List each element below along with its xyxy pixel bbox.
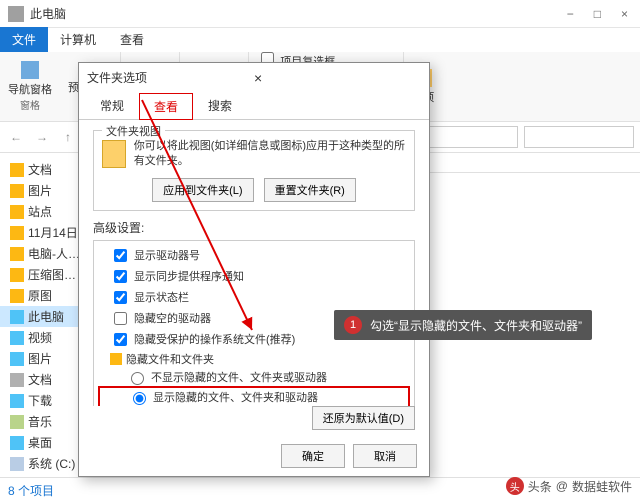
watermark-name: 数据蛙软件 bbox=[572, 478, 632, 495]
option-label: 隐藏空的驱动器 bbox=[134, 310, 211, 326]
tab-view-dialog[interactable]: 查看 bbox=[139, 93, 193, 120]
option-label: 显示隐藏的文件、文件夹和驱动器 bbox=[153, 389, 318, 405]
nav-forward-button[interactable]: → bbox=[32, 130, 52, 144]
checkbox-input[interactable] bbox=[114, 312, 127, 325]
tree-item-label: 系统 (C:) bbox=[28, 455, 75, 472]
checkbox-input[interactable] bbox=[114, 270, 127, 283]
folder-icon bbox=[10, 289, 24, 303]
folder-icon bbox=[10, 415, 24, 429]
tree-item-label: 下载 bbox=[28, 392, 52, 409]
nav-pane-button[interactable]: 导航窗格 bbox=[8, 61, 52, 97]
tree-item-label: 文档 bbox=[28, 371, 52, 388]
close-button[interactable]: × bbox=[617, 5, 632, 23]
advanced-option-row[interactable]: 隐藏文件和文件夹 bbox=[98, 350, 410, 368]
dialog-title: 文件夹选项 bbox=[87, 69, 250, 86]
apply-to-folders-button[interactable]: 应用到文件夹(L) bbox=[152, 178, 253, 202]
folder-icon bbox=[10, 394, 24, 408]
minimize-button[interactable]: − bbox=[563, 5, 578, 23]
radio-input[interactable] bbox=[131, 372, 144, 385]
watermark-brand: 头条 bbox=[528, 478, 552, 495]
radio-input[interactable] bbox=[133, 392, 146, 405]
folder-icon bbox=[10, 205, 24, 219]
search-box[interactable] bbox=[524, 126, 634, 148]
tree-item-label: 图片 bbox=[28, 350, 52, 367]
checkbox-input[interactable] bbox=[114, 333, 127, 346]
advanced-option-row[interactable]: 显示状态栏 bbox=[98, 287, 410, 308]
tree-item-label: 音乐 bbox=[28, 413, 52, 430]
option-label: 显示同步提供程序通知 bbox=[134, 268, 244, 284]
folder-icon bbox=[10, 247, 24, 261]
dialog-close-button[interactable]: × bbox=[250, 70, 421, 86]
advanced-option-row[interactable]: 显示驱动器号 bbox=[98, 245, 410, 266]
folder-view-legend: 文件夹视图 bbox=[102, 123, 165, 139]
checkbox-input[interactable] bbox=[114, 291, 127, 304]
tree-item-label: 压缩图… bbox=[28, 266, 76, 283]
reset-folders-button[interactable]: 重置文件夹(R) bbox=[264, 178, 356, 202]
folder-icon bbox=[10, 163, 24, 177]
folder-icon bbox=[10, 310, 24, 324]
option-label: 显示驱动器号 bbox=[134, 247, 200, 263]
cancel-button[interactable]: 取消 bbox=[353, 444, 417, 468]
folder-icon bbox=[10, 373, 24, 387]
option-label: 不显示隐藏的文件、文件夹或驱动器 bbox=[151, 369, 327, 385]
advanced-label: 高级设置: bbox=[93, 219, 415, 236]
option-label: 隐藏受保护的操作系统文件(推荐) bbox=[134, 331, 295, 347]
advanced-option-row[interactable]: 显示同步提供程序通知 bbox=[98, 266, 410, 287]
tree-item-label: 文档 bbox=[28, 161, 52, 178]
app-icon bbox=[8, 6, 24, 22]
option-label: 显示状态栏 bbox=[134, 289, 189, 305]
option-label: 隐藏文件和文件夹 bbox=[126, 351, 214, 367]
tree-item-label: 电脑-人… bbox=[28, 245, 80, 262]
item-count: 8 个项目 bbox=[8, 484, 54, 498]
panes-group-label: 窗格 bbox=[8, 97, 52, 112]
folder-icon bbox=[10, 331, 24, 345]
tab-file[interactable]: 文件 bbox=[0, 27, 48, 52]
tree-item-label: 原图 bbox=[28, 287, 52, 304]
tab-view[interactable]: 查看 bbox=[108, 27, 156, 52]
tab-computer[interactable]: 计算机 bbox=[48, 27, 108, 52]
tab-search[interactable]: 搜索 bbox=[193, 92, 247, 119]
folder-icon bbox=[10, 436, 24, 450]
advanced-option-row[interactable]: 不显示隐藏的文件、文件夹或驱动器 bbox=[98, 368, 410, 386]
tree-item-label: 站点 bbox=[28, 203, 52, 220]
window-title: 此电脑 bbox=[30, 5, 563, 22]
tree-item-label: 桌面 bbox=[28, 434, 52, 451]
nav-up-button[interactable]: ↑ bbox=[58, 130, 78, 144]
folder-icon bbox=[10, 268, 24, 282]
folder-view-icon bbox=[102, 140, 126, 168]
nav-back-button[interactable]: ← bbox=[6, 130, 26, 144]
checkbox-input[interactable] bbox=[114, 249, 127, 262]
folder-icon bbox=[10, 226, 24, 240]
restore-defaults-button[interactable]: 还原为默认值(D) bbox=[312, 406, 415, 430]
folder-icon bbox=[10, 352, 24, 366]
folder-icon bbox=[110, 353, 122, 365]
advanced-option-row[interactable]: 显示隐藏的文件、文件夹和驱动器 bbox=[98, 386, 410, 406]
tree-item-label: 11月14日 bbox=[28, 224, 78, 241]
folder-options-dialog: 文件夹选项 × 常规 查看 搜索 文件夹视图 你可以将此视图(如详细信息或图标)… bbox=[78, 62, 430, 477]
folder-icon bbox=[10, 457, 24, 471]
ok-button[interactable]: 确定 bbox=[281, 444, 345, 468]
tab-general[interactable]: 常规 bbox=[85, 92, 139, 119]
tree-item-label: 视频 bbox=[28, 329, 52, 346]
annotation-text: 勾选“显示隐藏的文件、文件夹和驱动器” bbox=[370, 317, 582, 334]
nav-pane-label: 导航窗格 bbox=[8, 84, 52, 96]
tree-item-label: 图片 bbox=[28, 182, 52, 199]
folder-icon bbox=[10, 184, 24, 198]
folder-view-desc: 你可以将此视图(如详细信息或图标)应用于这种类型的所有文件夹。 bbox=[134, 139, 406, 170]
watermark-logo-icon: 头 bbox=[506, 477, 524, 495]
watermark: 头 头条 @ 数据蛙软件 bbox=[506, 477, 632, 495]
annotation-callout: 1 勾选“显示隐藏的文件、文件夹和驱动器” bbox=[334, 310, 592, 340]
tree-item-label: 此电脑 bbox=[28, 308, 64, 325]
annotation-number: 1 bbox=[344, 316, 362, 334]
maximize-button[interactable]: □ bbox=[590, 5, 605, 23]
